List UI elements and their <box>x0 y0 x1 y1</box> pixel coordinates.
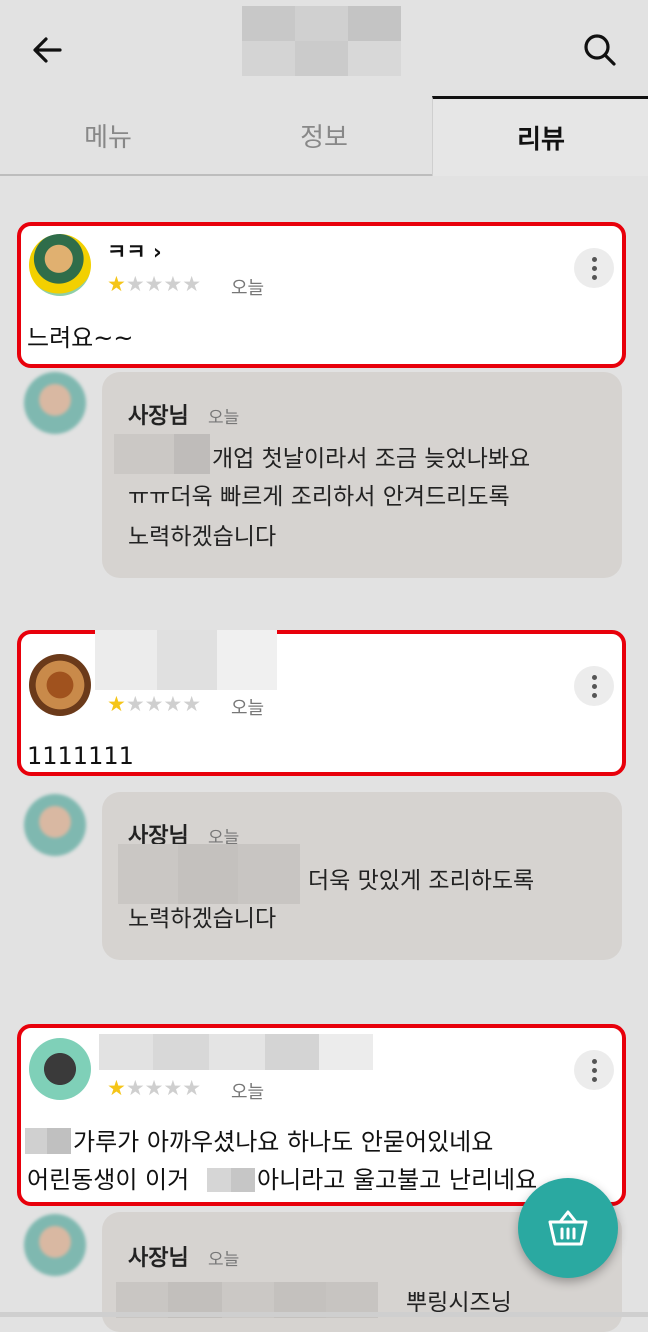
blurred-text <box>114 434 210 474</box>
review-text: 가루가 아까우셨나요 하나도 안묻어있네요 <box>73 1128 494 1156</box>
owner-name: 사장님 <box>128 1246 189 1271</box>
review-card: ㅋㅋ › ★★★★★ 오늘 느려요~~ <box>17 222 626 368</box>
avatar[interactable] <box>29 654 91 716</box>
reviewer-nickname[interactable]: ㅋㅋ › <box>107 236 162 266</box>
owner-reply-line: 노력하겠습니다 <box>128 906 277 932</box>
search-button[interactable] <box>580 30 620 70</box>
reviewer-nickname-blurred[interactable] <box>99 1034 373 1070</box>
app-header <box>0 0 648 96</box>
back-button[interactable] <box>28 30 68 70</box>
owner-reply-date: 오늘 <box>208 1250 240 1270</box>
blurred-text <box>207 1168 255 1192</box>
review-text: 느려요~~ <box>27 324 134 352</box>
tab-review[interactable]: 리뷰 <box>432 96 648 176</box>
cart-button[interactable] <box>518 1178 618 1278</box>
tab-bar: 메뉴 정보 리뷰 <box>0 96 648 176</box>
tab-info[interactable]: 정보 <box>216 96 432 176</box>
tab-menu[interactable]: 메뉴 <box>0 96 216 176</box>
search-icon <box>584 34 616 66</box>
review-date: 오늘 <box>231 278 265 299</box>
review-text: 아니라고 울고불고 난리네요 <box>257 1166 538 1194</box>
owner-reply-line: 더욱 맛있게 조리하도록 <box>308 868 535 894</box>
more-options-button[interactable] <box>574 248 614 288</box>
store-name-blurred <box>242 6 402 76</box>
owner-avatar <box>24 1214 86 1276</box>
reviewer-nickname-blurred[interactable] <box>95 630 277 690</box>
more-options-button[interactable] <box>574 666 614 706</box>
star-rating: ★★★★★ <box>107 1076 202 1100</box>
owner-reply-line: ㅠㅠ더욱 빠르게 조리하서 안겨드리도록 <box>128 484 510 510</box>
review-card: ★★★★★ 오늘 1111111 <box>17 630 626 776</box>
star-rating: ★★★★★ <box>107 692 202 716</box>
arrow-left-icon <box>33 37 62 63</box>
owner-reply-bubble: 사장님 오늘 더욱 맛있게 조리하도록 노력하겠습니다 <box>102 792 622 960</box>
star-rating: ★★★★★ <box>107 272 202 296</box>
blurred-text <box>25 1128 71 1154</box>
owner-avatar <box>24 372 86 434</box>
owner-reply-line: 노력하겠습니다 <box>128 524 277 550</box>
review-text: 1111111 <box>27 742 134 770</box>
more-options-button[interactable] <box>574 1050 614 1090</box>
owner-reply-line: 개업 첫날이라서 조금 늦었나봐요 <box>212 446 531 472</box>
review-card: ★★★★★ 오늘 가루가 아까우셨나요 하나도 안묻어있네요 어린동생이 이거 … <box>17 1024 626 1206</box>
owner-reply-date: 오늘 <box>208 408 240 428</box>
avatar[interactable] <box>29 234 91 296</box>
owner-avatar <box>24 794 86 856</box>
owner-reply-bubble: 사장님 오늘 개업 첫날이라서 조금 늦었나봐요 ㅠㅠ더욱 빠르게 조리하서 안… <box>102 372 622 578</box>
blurred-text <box>118 844 300 904</box>
owner-name: 사장님 <box>128 404 189 429</box>
avatar[interactable] <box>29 1038 91 1100</box>
review-date: 오늘 <box>231 1082 265 1103</box>
shopping-basket-icon <box>548 1210 588 1246</box>
bottom-scroll-indicator <box>0 1312 648 1317</box>
review-date: 오늘 <box>231 698 265 719</box>
review-text: 어린동생이 이거 <box>27 1166 190 1194</box>
